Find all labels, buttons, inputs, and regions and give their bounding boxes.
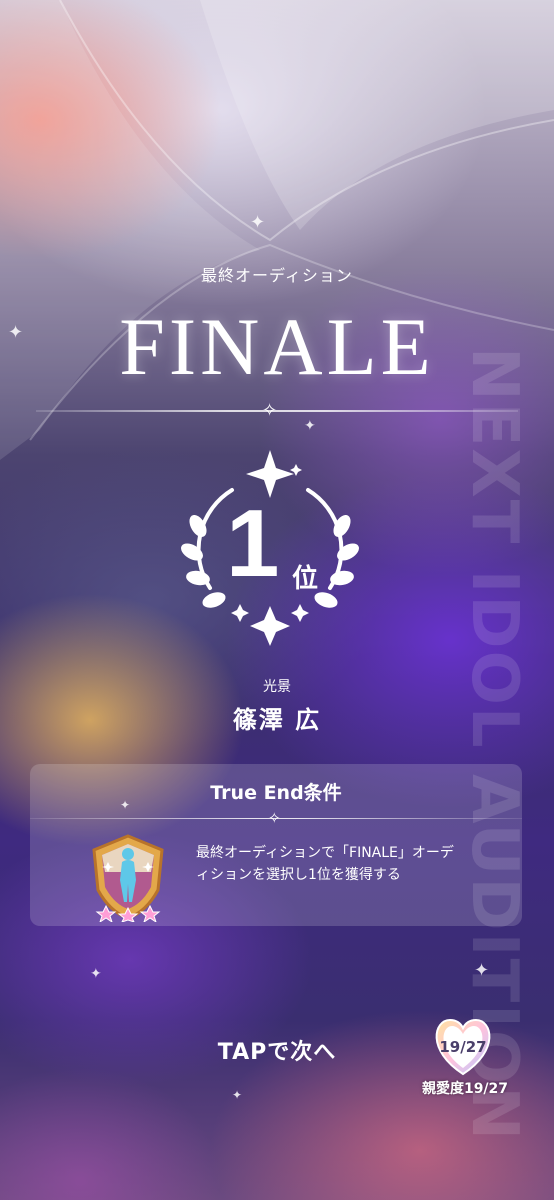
sparkle-icon: ✦ xyxy=(90,966,102,982)
character-name: 篠澤 広 xyxy=(232,706,322,734)
affinity-value: 19/27 xyxy=(439,1038,487,1056)
true-end-condition: 最終オーディションで「FINALE」オーディションを選択し1位を獲得する xyxy=(196,845,454,883)
diamond-icon: ✧ xyxy=(262,400,278,421)
true-end-title: True End条件 xyxy=(210,782,342,804)
rank-number: 1 xyxy=(226,490,280,597)
diamond-icon: ✧ xyxy=(268,809,281,827)
idol-silhouette-badge-icon xyxy=(92,834,164,922)
rank-suffix: 位 xyxy=(292,564,319,594)
sparkle-icon: ✦ xyxy=(474,960,490,981)
sparkle-icon: ✦ xyxy=(232,1088,243,1102)
affinity-indicator: 19/27 親愛度19/27 xyxy=(420,1018,510,1098)
sparkle-icon: ✦ xyxy=(304,418,316,434)
affinity-label: 親愛度19/27 xyxy=(421,1081,509,1097)
audition-title: FINALE xyxy=(119,301,435,392)
true-end-panel: True End条件 ✧ 最終オーディションで「FINALE」オーディションを選… xyxy=(30,764,522,926)
character-label: 光景 xyxy=(263,679,291,695)
sparkle-icon: ✦ xyxy=(250,212,266,233)
audition-subtitle: 最終オーディション xyxy=(201,266,353,285)
